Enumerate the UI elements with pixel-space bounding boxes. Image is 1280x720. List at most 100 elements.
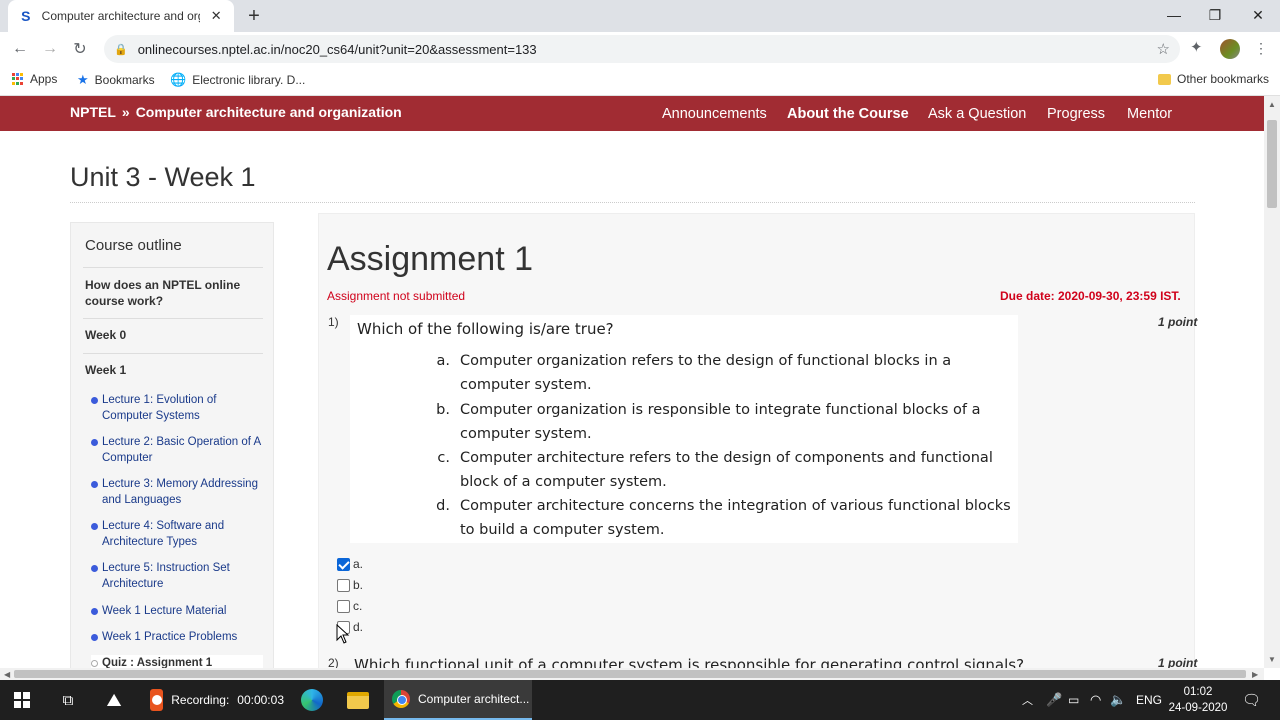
horizontal-scroll-thumb[interactable] — [14, 670, 1246, 678]
nav-mentor[interactable]: Mentor — [1127, 106, 1172, 122]
answer-label: b. — [353, 578, 364, 592]
task-view-icon[interactable]: ⧉ — [46, 680, 90, 720]
clock-time: 01:02 — [1183, 686, 1213, 698]
clock-date: 24-09-2020 — [1168, 702, 1228, 714]
checkbox[interactable] — [337, 557, 350, 571]
question-text: Which of the following is/are true? — [357, 320, 614, 338]
recorder-time: 00:00:03 — [237, 693, 284, 707]
globe-icon: 🌐 — [170, 72, 187, 87]
sidebar-item-label: Week 1 Lecture Material — [102, 605, 227, 617]
tab-title: Computer architecture and organ — [41, 9, 201, 23]
language-indicator[interactable]: ENG — [1136, 680, 1162, 720]
scroll-left-icon[interactable]: ◀ — [4, 670, 10, 679]
option-text: Computer organization is responsible to … — [460, 402, 981, 442]
sidebar-item-label: Lecture 1: Evolution of Computer Systems — [102, 394, 217, 422]
answer-label: c. — [353, 599, 363, 613]
title-divider — [70, 202, 1195, 203]
scroll-up-icon[interactable]: ▲ — [1268, 100, 1276, 109]
edge-browser-icon[interactable] — [290, 680, 334, 720]
url-text: onlinecourses.nptel.ac.in/noc20_cs64/uni… — [137, 41, 537, 57]
volume-icon[interactable]: 🔈 — [1110, 680, 1126, 720]
browser-tab-strip: S Computer architecture and organ ✕ + — … — [0, 0, 1280, 32]
sidebar-section-week-1[interactable]: Week 1 — [85, 362, 260, 378]
scroll-right-icon[interactable]: ▶ — [1252, 670, 1258, 679]
sidebar-divider — [83, 353, 263, 354]
sidebar-item-lecture-2[interactable]: Lecture 2: Basic Operation of A Computer — [91, 434, 263, 466]
bullet-icon — [91, 397, 98, 404]
option-text: Computer architecture concerns the integ… — [460, 498, 1011, 538]
record-icon — [150, 689, 164, 711]
star-filled-icon: ★ — [77, 72, 89, 87]
sidebar-section-week-0[interactable]: Week 0 — [85, 327, 260, 343]
checkbox[interactable] — [337, 578, 350, 592]
option-text: Computer organization refers to the desi… — [460, 353, 952, 393]
sidebar-item-lecture-1[interactable]: Lecture 1: Evolution of Computer Systems — [91, 392, 263, 424]
close-tab-icon[interactable]: ✕ — [208, 8, 224, 24]
bookmark-apps-label: Apps — [30, 72, 58, 86]
bookmark-bookmarks-label: Bookmarks — [94, 73, 155, 87]
bookmark-apps[interactable]: Apps — [12, 72, 57, 86]
forward-arrow-icon[interactable]: → — [39, 38, 61, 60]
question-option-c: c. Computer architecture refers to the d… — [430, 446, 1020, 494]
nav-about-course[interactable]: About the Course — [787, 106, 909, 122]
answer-checkbox-c[interactable]: c. — [337, 599, 362, 613]
answer-label: a. — [353, 557, 364, 571]
new-tab-icon[interactable]: + — [244, 6, 264, 26]
sidebar-item-label: Week 1 Practice Problems — [102, 631, 238, 643]
browser-toolbar: ← → ↻ 🔒 onlinecourses.nptel.ac.in/noc20_… — [0, 32, 1280, 66]
wifi-icon[interactable]: ◠ — [1090, 680, 1101, 720]
taskbar-recorder[interactable]: Recording: 00:00:03 — [142, 680, 284, 720]
checkbox[interactable] — [337, 599, 350, 613]
restore-icon[interactable]: ❐ — [1193, 0, 1237, 30]
answer-checkbox-b[interactable]: b. — [337, 578, 363, 592]
star-icon[interactable]: ☆ — [1157, 40, 1170, 58]
bullet-icon — [91, 634, 98, 641]
vertical-scroll-thumb[interactable] — [1267, 120, 1277, 208]
question-number: 1) — [328, 315, 339, 329]
brand-link[interactable]: NPTEL — [70, 104, 116, 120]
photos-app-icon[interactable]: ⛰ — [92, 680, 136, 720]
taskbar-chrome[interactable]: Computer architect... — [384, 680, 532, 720]
sidebar-item-lecture-4[interactable]: Lecture 4: Software and Architecture Typ… — [91, 518, 263, 550]
address-bar[interactable]: 🔒 onlinecourses.nptel.ac.in/noc20_cs64/u… — [104, 35, 1180, 63]
bookmark-bookmarks[interactable]: ★ Bookmarks — [77, 72, 155, 88]
bookmark-other[interactable]: Other bookmarks — [1158, 72, 1269, 86]
battery-icon[interactable]: ▭ — [1068, 680, 1079, 720]
sidebar-item-lecture-3[interactable]: Lecture 3: Memory Addressing and Languag… — [91, 476, 263, 508]
browser-tab[interactable]: S Computer architecture and organ ✕ — [8, 0, 234, 32]
sidebar-item-lecture-material[interactable]: Week 1 Lecture Material — [91, 603, 263, 619]
submission-status: Assignment not submitted — [327, 289, 466, 303]
recorder-label: Recording: — [171, 693, 230, 707]
file-explorer-icon[interactable] — [336, 680, 380, 720]
scroll-down-icon[interactable]: ▼ — [1268, 655, 1276, 664]
option-letter: b. — [436, 402, 450, 418]
bullet-icon — [91, 565, 98, 572]
bullet-icon — [91, 481, 98, 488]
tray-overflow-icon[interactable]: ︿ — [1022, 680, 1033, 720]
bullet-icon — [91, 608, 98, 615]
minimize-icon[interactable]: — — [1152, 0, 1196, 30]
option-text: Computer architecture refers to the desi… — [460, 450, 993, 490]
question-option-a: a. Computer organization refers to the d… — [430, 349, 1020, 397]
notifications-icon[interactable]: 🗨 — [1242, 680, 1261, 720]
system-clock[interactable]: 01:02 24-09-2020 — [1168, 684, 1228, 716]
nav-ask-question[interactable]: Ask a Question — [928, 106, 1026, 122]
windows-start-icon[interactable] — [0, 680, 44, 720]
sidebar-item-lecture-5[interactable]: Lecture 5: Instruction Set Architecture — [91, 560, 263, 592]
chrome-icon — [392, 690, 410, 708]
answer-label: d. — [353, 620, 364, 634]
microphone-icon[interactable]: 🎤 — [1046, 680, 1062, 720]
course-link[interactable]: Computer architecture and organization — [136, 104, 402, 120]
nav-announcements[interactable]: Announcements — [662, 106, 767, 122]
answer-checkbox-a[interactable]: a. — [337, 557, 363, 571]
nav-progress[interactable]: Progress — [1047, 106, 1105, 122]
back-arrow-icon[interactable]: ← — [9, 38, 31, 60]
bookmark-library[interactable]: 🌐 Electronic library. D... — [170, 72, 305, 88]
sidebar-section-how-it-works[interactable]: How does an NPTEL online course work? — [85, 277, 260, 309]
sidebar-item-practice-problems[interactable]: Week 1 Practice Problems — [91, 629, 263, 645]
close-window-icon[interactable]: ✕ — [1236, 0, 1280, 30]
more-vert-icon[interactable]: ⋮ — [1254, 40, 1268, 57]
puzzle-icon[interactable]: ✦ — [1190, 38, 1203, 56]
reload-icon[interactable]: ↻ — [69, 38, 91, 60]
avatar[interactable] — [1220, 39, 1240, 59]
